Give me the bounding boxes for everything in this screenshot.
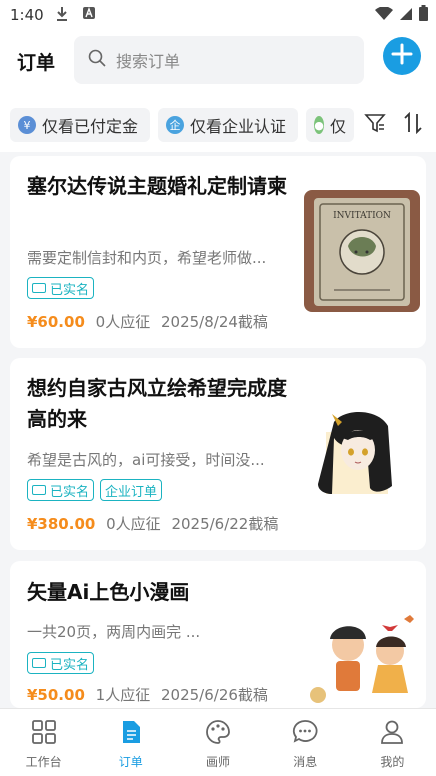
order-price: ¥60.00	[27, 313, 85, 331]
order-card[interactable]: 想约自家古风立绘希望完成度高的来 希望是古风的，ai可接受，时间没... 已实名…	[10, 358, 426, 550]
battery-icon	[419, 5, 428, 25]
grid-icon	[31, 719, 57, 749]
order-price: ¥50.00	[27, 686, 85, 704]
search-input[interactable]: 搜索订单	[74, 36, 364, 84]
page-title: 订单	[17, 52, 56, 74]
svg-text:INVITATION: INVITATION	[333, 211, 391, 221]
order-title: 塞尔达传说主题婚礼定制请柬	[27, 174, 287, 198]
order-thumbnail	[304, 581, 420, 708]
tab-artists[interactable]: 画师	[174, 709, 261, 776]
order-applicants: 0人应征	[106, 515, 161, 533]
person-icon	[379, 719, 405, 749]
order-description: 希望是古风的，ai可接受，时间没...	[27, 451, 265, 469]
verified-tag: 已实名	[27, 652, 95, 674]
tab-workbench[interactable]: 工作台	[0, 709, 87, 776]
tab-me[interactable]: 我的	[349, 709, 436, 776]
tab-label: 订单	[118, 755, 143, 769]
search-placeholder: 搜索订单	[116, 52, 181, 71]
enterprise-icon: 企	[166, 116, 184, 134]
order-meta: ¥60.00 0人应征 2025/8/24截稿	[27, 311, 268, 332]
tab-label: 消息	[293, 755, 318, 769]
order-thumbnail	[304, 392, 420, 514]
order-title: 矢量Ai上色小漫画	[27, 580, 190, 604]
verified-tag: 已实名	[27, 277, 95, 299]
chip-label: 仅	[329, 117, 346, 136]
order-meta: ¥50.00 1人应征 2025/6/26截稿	[27, 684, 268, 705]
add-order-button[interactable]	[383, 37, 421, 75]
filter-icon[interactable]	[364, 112, 386, 138]
filter-chip-enterprise-verified[interactable]: 企 仅看企业认证	[158, 108, 298, 142]
person-icon: ●	[314, 116, 324, 134]
signal-icon	[399, 6, 413, 25]
order-title: 想约自家古风立绘希望完成度高的来	[27, 376, 287, 431]
tab-label: 画师	[206, 755, 231, 769]
filter-chip-more[interactable]: ● 仅	[306, 108, 354, 142]
document-icon	[118, 719, 144, 749]
order-tags: 已实名 企业订单	[27, 479, 163, 501]
app-header: 订单 搜索订单	[0, 30, 436, 98]
order-tags: 已实名	[27, 277, 95, 299]
yen-icon: ¥	[18, 116, 36, 134]
tab-label: 我的	[380, 755, 405, 769]
enterprise-order-tag: 企业订单	[100, 479, 163, 501]
plus-icon	[391, 43, 413, 69]
download-icon	[55, 6, 69, 26]
chip-label: 仅看已付定金	[42, 117, 139, 136]
status-time: 1:40	[10, 6, 44, 24]
app-notification-icon	[82, 6, 96, 24]
id-card-icon	[32, 485, 46, 495]
chat-icon	[292, 719, 318, 749]
order-description: 一共20页，两周内画完 ...	[27, 623, 201, 641]
order-deadline: 2025/6/22截稿	[171, 515, 279, 533]
id-card-icon	[32, 283, 46, 293]
sort-icon[interactable]	[402, 111, 424, 138]
order-deadline: 2025/8/24截稿	[161, 313, 268, 331]
palette-icon	[205, 719, 231, 749]
order-applicants: 1人应征	[95, 686, 151, 704]
status-bar: 1:40	[0, 0, 436, 30]
tab-messages[interactable]: 消息	[262, 709, 349, 776]
chip-label: 仅看企业认证	[190, 117, 287, 136]
order-card[interactable]: 塞尔达传说主题婚礼定制请柬 需要定制信封和内页，希望老师做... 已实名 ¥60…	[10, 156, 426, 348]
order-tags: 已实名	[27, 652, 95, 674]
order-meta: ¥380.00 0人应征 2025/6/22截稿	[27, 513, 278, 534]
wifi-icon	[375, 5, 393, 25]
order-applicants: 0人应征	[95, 313, 151, 331]
verified-tag: 已实名	[27, 479, 95, 501]
bottom-tab-bar: 工作台 订单 画师 消息 我的	[0, 708, 436, 776]
order-deadline: 2025/6/26截稿	[161, 686, 268, 704]
search-icon	[88, 49, 106, 71]
filter-bar: ¥ 仅看已付定金 企 仅看企业认证 ● 仅	[0, 98, 436, 152]
tab-label: 工作台	[25, 755, 62, 769]
order-card[interactable]: 矢量Ai上色小漫画 一共20页，两周内画完 ... 已实名 ¥50.00 1人应…	[10, 561, 426, 708]
order-price: ¥380.00	[27, 515, 96, 533]
filter-chip-deposit-paid[interactable]: ¥ 仅看已付定金	[10, 108, 150, 142]
order-thumbnail: INVITATION	[304, 190, 420, 312]
tab-orders[interactable]: 订单	[87, 709, 174, 776]
order-description: 需要定制信封和内页，希望老师做...	[27, 249, 267, 267]
id-card-icon	[32, 658, 46, 668]
